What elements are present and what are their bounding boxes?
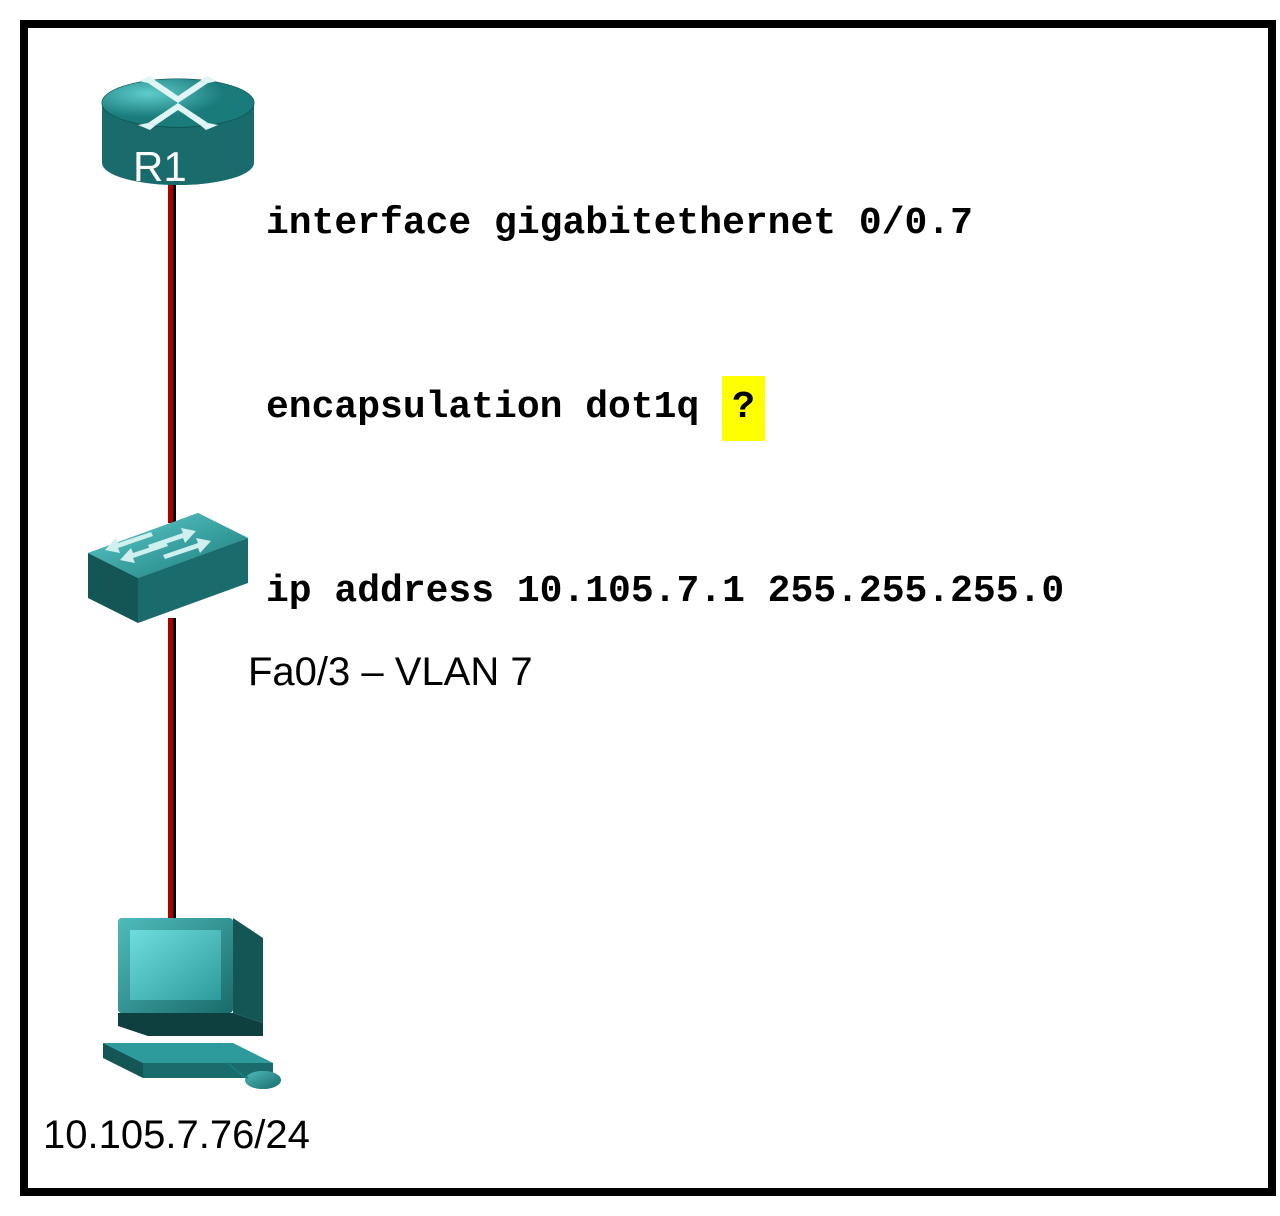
link-router-switch [168, 178, 176, 523]
pc-icon [88, 908, 288, 1098]
switch-icon [83, 508, 253, 628]
cli-config-block: interface gigabitethernet 0/0.7 encapsul… [266, 72, 1064, 745]
encap-prefix: encapsulation dot1q [266, 386, 722, 429]
config-line-encapsulation: encapsulation dot1q ? [266, 376, 1064, 441]
router-label: R1 [133, 143, 187, 191]
encap-unknown-highlight: ? [722, 376, 765, 441]
network-diagram-frame: R1 interface gigabitethernet 0/0.7 encap… [20, 20, 1276, 1196]
pc-ip-label: 10.105.7.76/24 [43, 1113, 310, 1158]
switch-port-label: Fa0/3 – VLAN 7 [248, 650, 533, 695]
link-switch-pc [168, 618, 176, 918]
config-line-ipaddress: ip address 10.105.7.1 255.255.255.0 [266, 562, 1064, 623]
config-line-interface: interface gigabitethernet 0/0.7 [266, 194, 1064, 255]
